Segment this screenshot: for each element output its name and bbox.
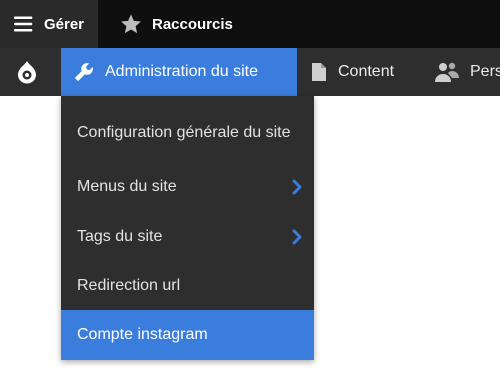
- admin-toolbar: Administration du site Content Pers: [0, 48, 500, 96]
- content-tab[interactable]: Content: [310, 48, 394, 96]
- drupal-icon: [18, 61, 36, 84]
- file-icon: [312, 63, 326, 81]
- people-label: Pers: [470, 63, 500, 80]
- manage-tab[interactable]: Gérer: [0, 0, 98, 48]
- menu-item-label: Compte instagram: [77, 326, 208, 343]
- menu-item-site-tags[interactable]: Tags du site: [61, 212, 314, 262]
- hamburger-icon: [14, 16, 33, 32]
- site-administration-dropdown: Configuration générale du site Menus du …: [61, 96, 314, 360]
- people-icon: [435, 62, 459, 82]
- menu-item-url-redirection[interactable]: Redirection url: [61, 262, 314, 310]
- menu-item-label: Configuration générale du site: [77, 124, 291, 141]
- shortcuts-tab[interactable]: Raccourcis: [106, 0, 247, 48]
- wrench-icon: [74, 63, 93, 82]
- content-label: Content: [338, 63, 395, 80]
- site-administration-label: Administration du site: [105, 63, 258, 80]
- top-toolbar: Gérer Raccourcis: [0, 0, 500, 48]
- manage-label: Gérer: [43, 15, 84, 33]
- star-icon: [121, 14, 141, 34]
- menu-item-label: Menus du site: [77, 178, 177, 195]
- menu-item-site-menus[interactable]: Menus du site: [61, 162, 314, 212]
- shortcuts-label: Raccourcis: [152, 15, 233, 33]
- home-link[interactable]: [0, 48, 54, 96]
- chevron-right-icon[interactable]: [292, 229, 302, 245]
- site-administration-tab[interactable]: Administration du site: [61, 48, 297, 96]
- menu-item-label: Tags du site: [77, 228, 163, 245]
- menu-item-general-configuration[interactable]: Configuration générale du site: [61, 104, 314, 162]
- menu-item-instagram-account[interactable]: Compte instagram: [61, 310, 314, 360]
- menu-item-label: Redirection url: [77, 277, 181, 294]
- chevron-right-icon[interactable]: [292, 179, 302, 195]
- people-tab[interactable]: Pers: [434, 48, 500, 96]
